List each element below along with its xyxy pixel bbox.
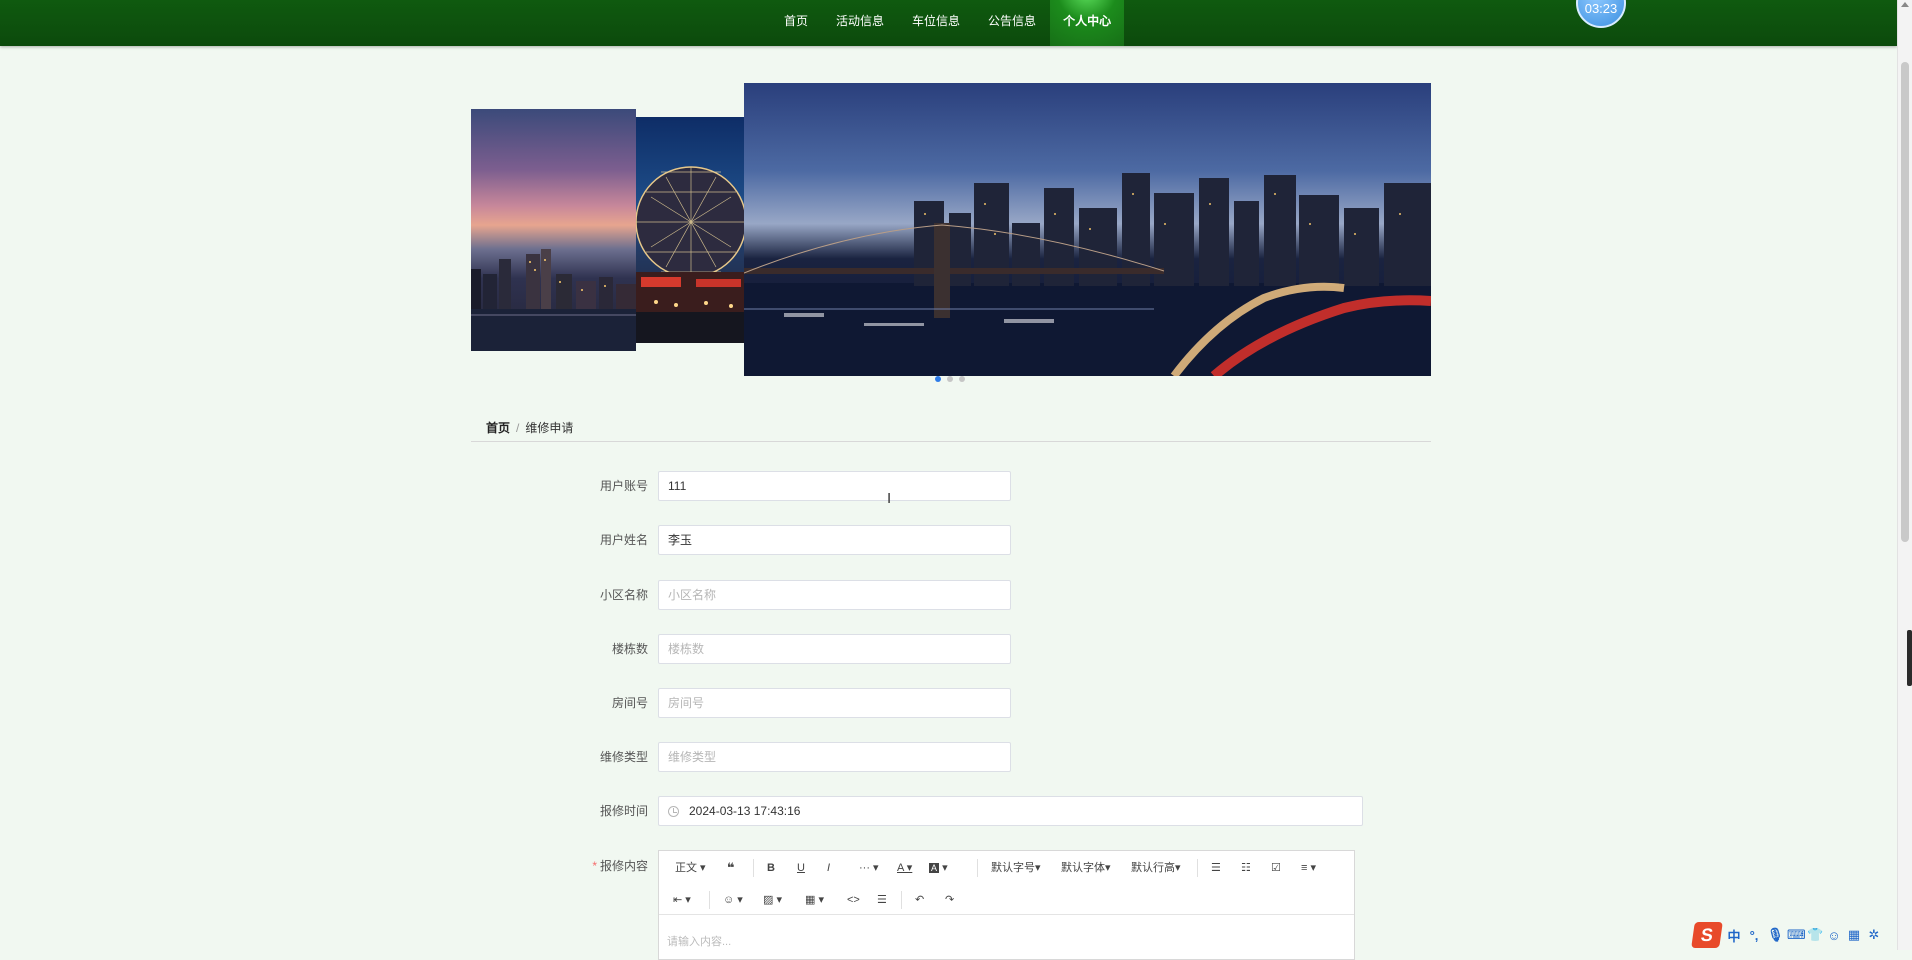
realname-input[interactable]: 李玉 (658, 525, 1011, 555)
font-size-label: 默认字号 (991, 862, 1035, 874)
editor-placeholder[interactable]: 请输入内容... (667, 933, 731, 949)
building-input[interactable]: 楼栋数 (658, 634, 1011, 664)
robot-icon[interactable]: ☺ (1827, 928, 1841, 943)
toolbar-divider (1197, 859, 1198, 877)
clock-widget: 03:23 (1576, 0, 1626, 28)
text-cursor-icon: I (887, 490, 892, 507)
side-marker (1907, 630, 1912, 686)
clock-icon (668, 806, 679, 817)
skin-shirt-icon[interactable]: 👕 (1807, 927, 1823, 943)
nav-personal-center[interactable]: 个人中心 (1050, 0, 1125, 46)
todo-checkbox-icon[interactable]: ☑ (1271, 860, 1281, 876)
sogou-logo-icon[interactable]: S (1691, 922, 1723, 948)
community-label: 小区名称 (599, 588, 648, 602)
room-label: 房间号 (611, 696, 648, 710)
top-navbar: 首页 活动信息 车位信息 公告信息 个人中心 03:23 (0, 0, 1897, 46)
nav-parking[interactable]: 车位信息 (898, 0, 974, 46)
toolbox-icon[interactable]: ▦ (1847, 927, 1861, 943)
divider-line-icon[interactable]: ☰ (877, 892, 887, 908)
quote-icon[interactable]: ❝ (727, 860, 735, 876)
redo-icon[interactable]: ↷ (945, 892, 954, 908)
more-styles-dropdown[interactable]: ··· ▾ (859, 860, 879, 876)
paragraph-format-label: 正文 (675, 862, 697, 874)
more-styles-label: ··· (859, 862, 870, 874)
realname-label: 用户姓名 (599, 533, 648, 547)
underline-icon[interactable]: U (797, 860, 805, 876)
keyboard-icon[interactable]: ⌨ (1787, 927, 1806, 943)
main-nav: 首页 活动信息 车位信息 公告信息 个人中心 (770, 0, 1125, 46)
breadcrumb-divider (471, 441, 1431, 442)
ime-toolbar: S 中 °, 🎙 ⌨ 👕 ☺ ▦ ✲ (1691, 920, 1897, 950)
microphone-icon[interactable]: 🎙 (1767, 927, 1784, 943)
carousel-slide-middle[interactable] (636, 117, 745, 343)
ime-language-toggle[interactable]: 中 (1727, 926, 1741, 945)
image-icon[interactable]: ▨ ▾ (763, 892, 782, 908)
scrollbar-thumb[interactable] (1901, 62, 1909, 542)
font-family-dropdown[interactable]: 默认字体▾ (1061, 860, 1111, 876)
report-time-picker[interactable]: 2024-03-13 17:43:16 (658, 796, 1363, 826)
breadcrumb: 首页 / 维修申请 (486, 419, 573, 436)
italic-icon[interactable]: I (827, 860, 830, 876)
building-label: 楼栋数 (611, 642, 648, 656)
table-icon[interactable]: ▦ ▾ (805, 892, 824, 908)
city-skyline-bridge-image (744, 173, 1431, 376)
required-mark: * (592, 859, 597, 873)
font-color-icon[interactable]: A ▾ (897, 860, 912, 876)
nav-home[interactable]: 首页 (770, 0, 822, 46)
undo-icon[interactable]: ↶ (915, 892, 924, 908)
content-label-text: 报修内容 (599, 859, 648, 873)
carousel-dot-3[interactable] (959, 376, 965, 382)
carousel-slide-left[interactable] (471, 109, 636, 351)
punctuation-icon[interactable]: °, (1747, 928, 1761, 943)
editor-toolbar: 正文 ▾ ❝ B U I ··· ▾ A ▾ A ▾ 默认字号▾ 默认字体▾ 默… (659, 851, 1354, 915)
line-height-dropdown[interactable]: 默认行高▾ (1131, 860, 1181, 876)
numbered-list-icon[interactable]: ☷ (1241, 860, 1251, 876)
rich-text-editor: 正文 ▾ ❝ B U I ··· ▾ A ▾ A ▾ 默认字号▾ 默认字体▾ 默… (658, 850, 1355, 960)
username-input[interactable]: 111 (658, 471, 1011, 501)
carousel-slide-main[interactable] (744, 83, 1431, 376)
breadcrumb-separator: / (516, 421, 520, 435)
city-dusk-image (471, 249, 636, 351)
settings-icon[interactable]: ✲ (1867, 927, 1881, 943)
code-icon[interactable]: <> (847, 892, 860, 908)
scroll-up-arrow-icon[interactable] (1901, 2, 1909, 7)
font-size-dropdown[interactable]: 默认字号▾ (991, 860, 1041, 876)
report-time-value: 2024-03-13 17:43:16 (689, 804, 801, 818)
toolbar-divider (709, 891, 710, 909)
breadcrumb-home[interactable]: 首页 (486, 421, 510, 435)
emoji-icon[interactable]: ☺ ▾ (723, 892, 743, 908)
repair-type-input[interactable]: 维修类型 (658, 742, 1011, 772)
bold-icon[interactable]: B (767, 860, 775, 876)
geodesic-dome-image (636, 166, 745, 343)
font-family-label: 默认字体 (1061, 862, 1105, 874)
align-dropdown-icon[interactable]: ≡ ▾ (1301, 860, 1316, 876)
line-height-label: 默认行高 (1131, 862, 1175, 874)
background-color-icon[interactable]: A ▾ (929, 860, 948, 876)
room-input[interactable]: 房间号 (658, 688, 1011, 718)
community-input[interactable]: 小区名称 (658, 580, 1011, 610)
nav-announcements[interactable]: 公告信息 (974, 0, 1050, 46)
nav-activities[interactable]: 活动信息 (822, 0, 898, 46)
report-time-label: 报修时间 (599, 804, 648, 818)
bullet-list-icon[interactable]: ☰ (1211, 860, 1221, 876)
vertical-scrollbar[interactable] (1897, 0, 1912, 950)
username-label: 用户账号 (599, 479, 648, 493)
content-label: * 报修内容 (560, 857, 648, 874)
toolbar-divider (901, 891, 902, 909)
carousel-dot-2[interactable] (947, 376, 953, 382)
indent-dropdown-icon[interactable]: ⇤ ▾ (673, 892, 691, 908)
carousel-dot-1[interactable] (935, 376, 941, 382)
repair-type-label: 维修类型 (599, 750, 648, 764)
toolbar-divider (977, 859, 978, 877)
paragraph-format-dropdown[interactable]: 正文 ▾ (675, 860, 706, 876)
breadcrumb-current: 维修申请 (525, 421, 574, 435)
toolbar-divider (753, 859, 754, 877)
